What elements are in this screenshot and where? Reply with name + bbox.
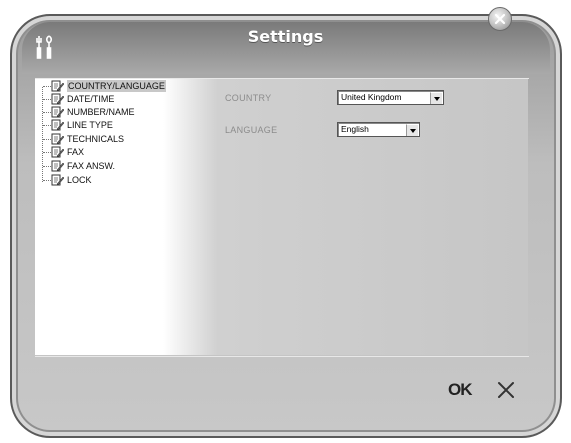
tree-item-number-name[interactable]: NUMBER/NAME: [35, 106, 205, 119]
country-label: COUNTRY: [225, 93, 272, 103]
close-icon: [494, 13, 506, 25]
tree-item-label: NUMBER/NAME: [67, 107, 135, 117]
tree-item-label: LOCK: [67, 175, 92, 185]
tree-item-country-language[interactable]: COUNTRY/LANGUAGE: [35, 80, 205, 93]
tree-item-date-time[interactable]: DATE/TIME: [35, 93, 205, 106]
bottom-divider: [35, 356, 529, 357]
edit-document-icon: [51, 174, 64, 186]
edit-document-icon: [51, 93, 64, 105]
tree-item-label: DATE/TIME: [67, 94, 115, 104]
tree-item-fax-answ[interactable]: FAX ANSW.: [35, 160, 205, 173]
language-select[interactable]: English: [337, 122, 420, 137]
edit-document-icon: [51, 160, 64, 172]
cancel-x-icon[interactable]: [496, 380, 516, 400]
edit-document-icon: [51, 80, 64, 92]
tree-item-label: COUNTRY/LANGUAGE: [67, 80, 166, 92]
tree-item-label: FAX ANSW.: [67, 161, 116, 171]
country-value: United Kingdom: [341, 92, 402, 102]
edit-document-icon: [51, 106, 64, 118]
ok-button[interactable]: OK: [448, 380, 472, 400]
settings-tree: COUNTRY/LANGUAGE DATE/TIME NUMBER/NAME L…: [35, 79, 205, 209]
chevron-down-icon[interactable]: [430, 92, 442, 104]
settings-panel: COUNTRY/LANGUAGE DATE/TIME NUMBER/NAME L…: [35, 79, 528, 355]
close-button[interactable]: [488, 7, 512, 31]
edit-document-icon: [51, 146, 64, 158]
tree-item-lock[interactable]: LOCK: [35, 174, 205, 187]
tree-item-technicals[interactable]: TECHNICALS: [35, 133, 205, 146]
tools-icon: [36, 35, 53, 59]
tree-item-fax[interactable]: FAX: [35, 146, 205, 159]
language-label: LANGUAGE: [225, 125, 278, 135]
language-value: English: [341, 124, 369, 134]
tree-item-line-type[interactable]: LINE TYPE: [35, 119, 205, 132]
chevron-down-icon[interactable]: [406, 124, 418, 136]
country-select[interactable]: United Kingdom: [337, 90, 444, 105]
window-title: Settings: [247, 27, 324, 46]
tree-item-label: FAX: [67, 147, 85, 157]
tree-item-label: TECHNICALS: [67, 134, 125, 144]
edit-document-icon: [51, 133, 64, 145]
tree-item-label: LINE TYPE: [67, 120, 113, 130]
edit-document-icon: [51, 119, 64, 131]
